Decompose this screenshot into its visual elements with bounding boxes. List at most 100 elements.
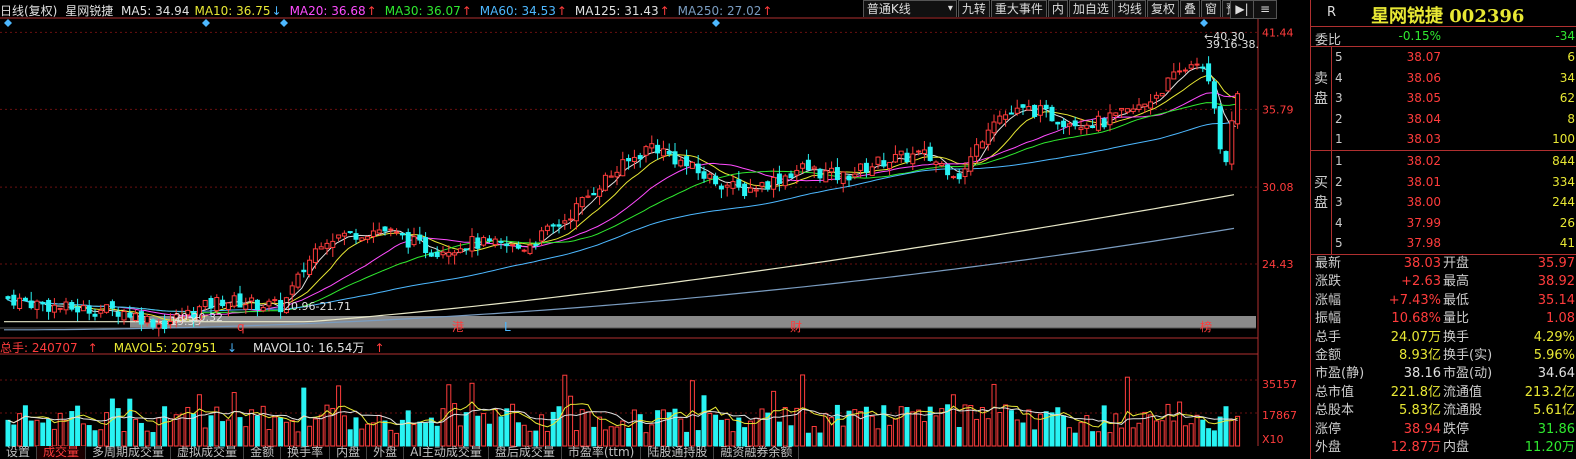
indicator-tab[interactable]: 融资融券余额 (714, 446, 800, 459)
event-marker[interactable]: q (237, 320, 245, 334)
candle (289, 285, 295, 295)
level-volume: 844 (1552, 154, 1575, 168)
divider (1331, 47, 1332, 254)
volume-bar (98, 429, 104, 447)
level-number: 1 (1335, 132, 1343, 147)
candle (637, 155, 643, 160)
volume-bar (11, 424, 17, 447)
indicator-tab[interactable]: 换手率 (281, 446, 331, 459)
candle (162, 320, 168, 329)
event-marker[interactable]: L (504, 320, 511, 334)
event-marker[interactable]: 财 (790, 320, 802, 334)
toolbar-button[interactable]: 窗 (1200, 0, 1221, 17)
volume-bar (660, 409, 666, 447)
toolbar-button[interactable]: 复权 (1146, 0, 1179, 17)
toolbar-button[interactable]: 普通K线 (862, 0, 957, 17)
candle (278, 299, 284, 313)
volume-bar (869, 415, 875, 447)
buy-level-row[interactable]: 3 38.00 244 (1311, 192, 1576, 213)
candle (533, 243, 539, 246)
sell-level-row[interactable]: 4 38.06 34 (1311, 68, 1576, 89)
quote-stat-row: 总市值 221.8亿 流通值 213.2亿 (1311, 385, 1576, 401)
indicator-tab[interactable]: 陆股通持股 (641, 446, 715, 459)
sell-level-row[interactable]: 2 38.04 8 (1311, 109, 1576, 130)
volume-legend-item: MAVOL5: 207951 ↓ (114, 341, 245, 355)
volume-bar (1107, 432, 1113, 447)
arrow-down-icon: ↓ (226, 341, 238, 355)
indicator-tabs: 设置 成交量 多周期成交量 虚拟成交量 金额 换手率 内盘 外盘 AI主动成交量 盘后成交量 市盈率… (0, 446, 1258, 459)
candle (1217, 106, 1223, 150)
indicator-tab[interactable]: 虚拟成交量 (171, 446, 245, 459)
buy-level-row[interactable]: 5 37.98 41 (1311, 233, 1576, 254)
ma-value: MA60: 34.53 (479, 4, 556, 18)
volume-bar (1217, 416, 1223, 447)
toolbar-button[interactable]: 加自选 (1068, 0, 1113, 17)
sell-level-row[interactable]: 3 38.05 62 (1311, 88, 1576, 109)
buy-level-row[interactable]: 1 38.02 844 (1311, 151, 1576, 172)
play-end-icon[interactable]: ▶| (1230, 0, 1254, 19)
candle (869, 166, 875, 177)
stat-value: 31.86 (1537, 421, 1575, 437)
indicator-tab[interactable]: 设置 (0, 446, 38, 459)
buy-level-row[interactable]: 2 38.01 334 (1311, 172, 1576, 193)
volume-bar (724, 418, 730, 447)
level-number: 4 (1335, 70, 1343, 85)
volume-bar (365, 423, 371, 447)
sell-level-row[interactable]: 5 38.07 6 (1311, 47, 1576, 68)
r-badge[interactable]: R (1327, 5, 1336, 20)
volume-bar (196, 394, 202, 447)
indicator-tab[interactable]: 成交量 (37, 446, 87, 459)
candle (1020, 104, 1026, 108)
sell-level-row[interactable]: 1 38.03 100 (1311, 129, 1576, 150)
volume-bar (1148, 414, 1154, 447)
toolbar-button[interactable]: 九转 (957, 0, 990, 17)
indicator-tab[interactable]: AI主动成交量 (404, 446, 489, 459)
menu-down-icon[interactable]: ≡ (1253, 0, 1277, 19)
level-price: 38.00 (1406, 195, 1441, 210)
candle (840, 171, 846, 184)
volume-bar (718, 419, 724, 447)
indicator-tab[interactable]: 内盘 (330, 446, 368, 459)
candle (602, 174, 608, 191)
candle (689, 161, 695, 169)
toolbar-button[interactable]: 叠 (1179, 0, 1200, 17)
toolbar-buttons: 普通K线九转重大事件内加自选均线复权叠窗预测 (862, 0, 1254, 17)
buy-level-row[interactable]: 4 37.99 26 (1311, 213, 1576, 234)
level-volume: 334 (1552, 174, 1575, 189)
divider (1311, 254, 1576, 255)
level-volume: 8 (1567, 111, 1575, 126)
candle (423, 237, 429, 254)
chart-area[interactable]: 41.44 35.79 30.08 24.43 35157 17867 ←40.30 39.1… (0, 0, 1310, 459)
kline-chart[interactable]: 41.4435.7930.0824.433515717867←40.3039.1… (0, 0, 1310, 459)
period-label[interactable]: 日线(复权) (0, 4, 57, 18)
indicator-tab[interactable]: 盘后成交量 (489, 446, 562, 459)
event-marker[interactable]: 榜 (1200, 319, 1212, 334)
volume-bar (707, 413, 713, 447)
event-marker[interactable]: 港 (452, 320, 464, 334)
stat-label: 总股本 (1315, 403, 1355, 419)
indicator-tab[interactable]: 外盘 (367, 446, 405, 459)
volume-bar (591, 426, 597, 447)
toolbar-button[interactable]: 均线 (1113, 0, 1146, 17)
toolbar-button[interactable]: 重大事件 (990, 0, 1047, 17)
candle (399, 232, 405, 236)
candle (144, 315, 150, 324)
volume-bar (1084, 415, 1090, 447)
indicator-tab[interactable]: 市盈率(ttm) (562, 446, 642, 459)
candle (28, 300, 34, 309)
candle (312, 248, 318, 264)
volume-bar (1171, 420, 1177, 447)
indicator-tab[interactable]: 金额 (244, 446, 282, 459)
volume-bar (498, 416, 504, 447)
candle (1037, 105, 1043, 116)
volume-bar (713, 414, 719, 447)
volume-bar (5, 419, 11, 447)
stat-label: 涨停 (1315, 421, 1342, 437)
candle (620, 159, 626, 177)
candle (214, 296, 220, 312)
volume-bar (237, 417, 243, 447)
indicator-tab[interactable]: 多周期成交量 (86, 446, 172, 459)
toolbar-button[interactable]: 内 (1047, 0, 1068, 17)
candle (330, 240, 336, 248)
candle (446, 251, 452, 257)
